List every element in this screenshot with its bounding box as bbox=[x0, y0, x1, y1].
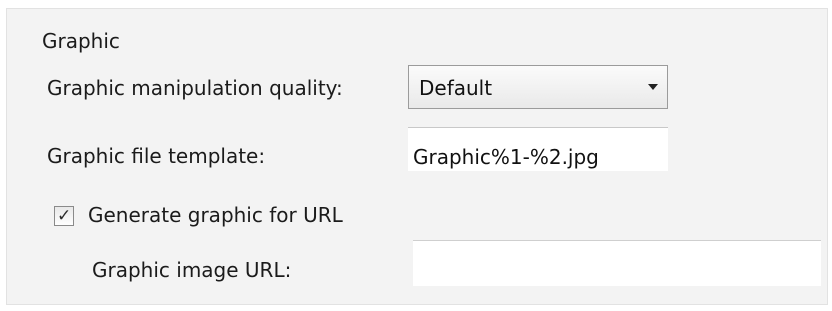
url-label: Graphic image URL: bbox=[92, 258, 292, 282]
chevron-down-icon[interactable] bbox=[648, 84, 658, 90]
quality-dropdown[interactable]: Default bbox=[408, 65, 668, 109]
template-label: Graphic file template: bbox=[47, 144, 266, 168]
quality-selected-value: Default bbox=[419, 76, 493, 100]
section-title: Graphic bbox=[42, 29, 120, 53]
quality-label: Graphic manipulation quality: bbox=[47, 76, 343, 100]
check-icon: ✓ bbox=[57, 206, 72, 226]
generate-url-label[interactable]: Generate graphic for URL bbox=[88, 203, 343, 227]
template-input[interactable] bbox=[408, 127, 668, 171]
generate-url-checkbox[interactable]: ✓ bbox=[54, 206, 74, 226]
url-input[interactable] bbox=[413, 240, 821, 286]
